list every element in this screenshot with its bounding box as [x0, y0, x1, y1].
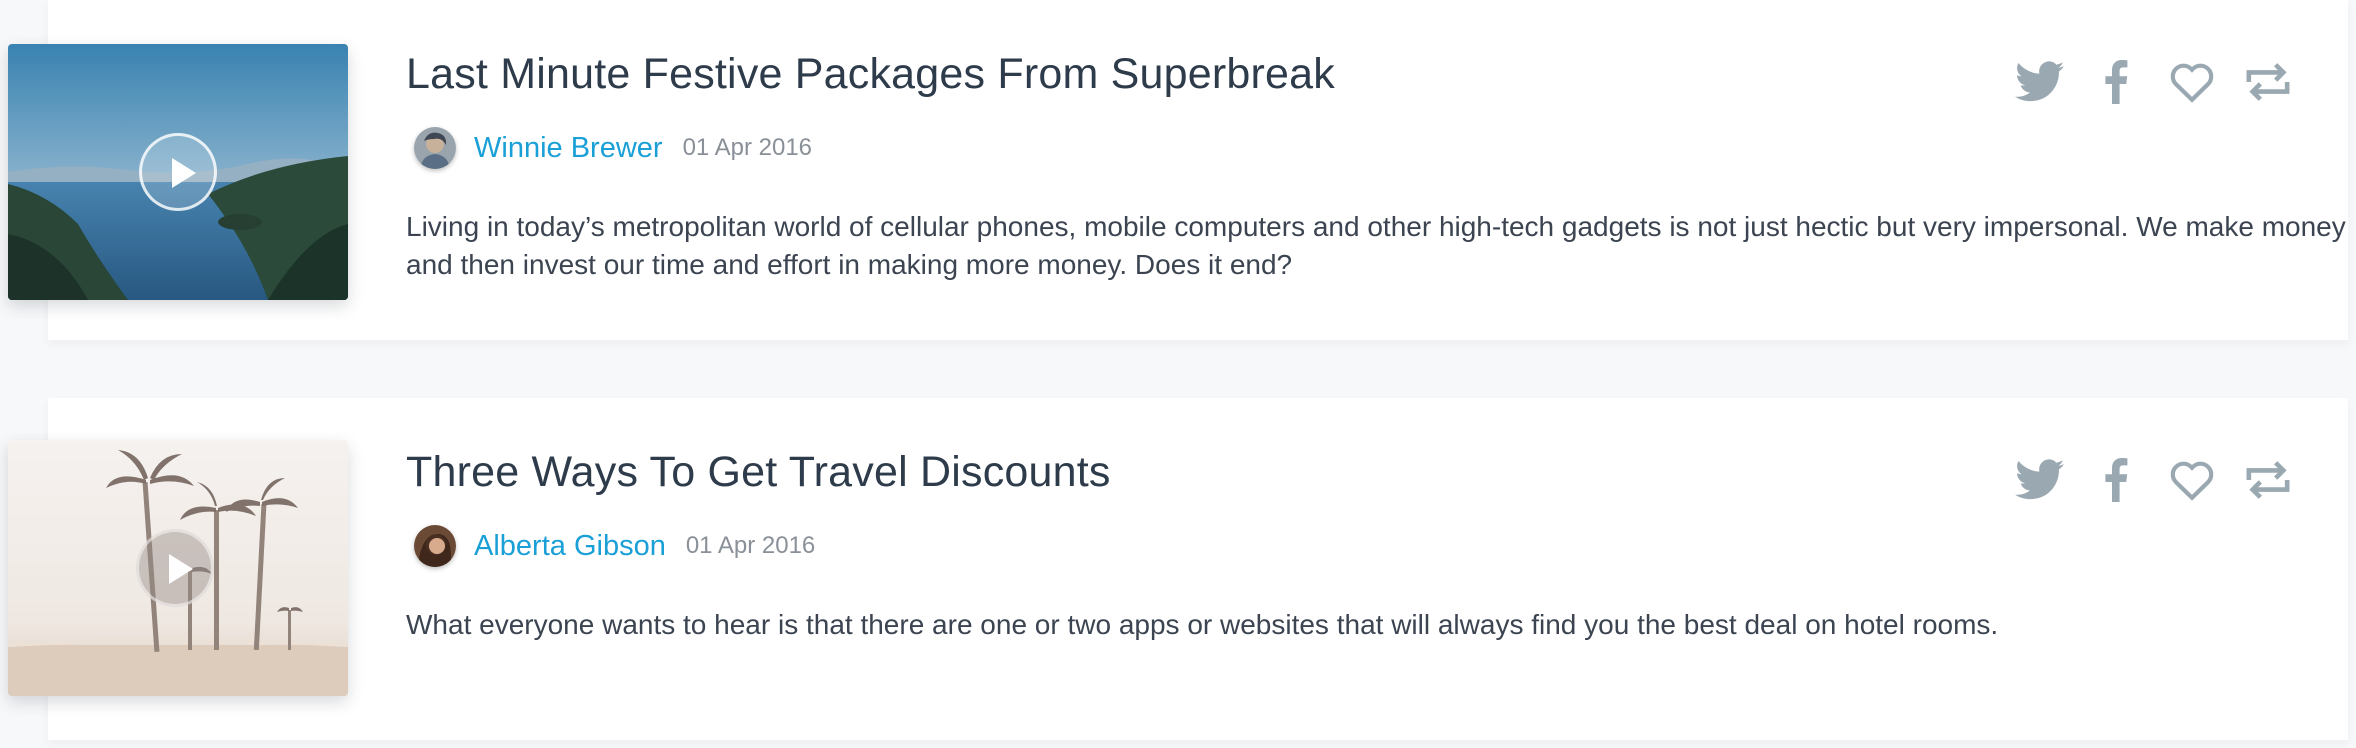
facebook-icon[interactable]	[2090, 454, 2142, 506]
twitter-icon[interactable]	[2014, 454, 2066, 506]
post-excerpt: Living in today’s metropolitan world of …	[406, 211, 2346, 280]
avatar[interactable]	[414, 127, 456, 169]
post-feed: Last Minute Festive Packages From Superb…	[0, 0, 2356, 748]
share-actions	[1990, 454, 2294, 506]
post-meta: Winnie Brewer 01 Apr 2016	[414, 126, 812, 170]
post-card: Last Minute Festive Packages From Superb…	[8, 0, 2348, 340]
post-meta: Alberta Gibson 01 Apr 2016	[414, 524, 815, 568]
repost-icon[interactable]	[2242, 454, 2294, 506]
author-link[interactable]: Alberta Gibson	[474, 530, 666, 563]
author-link[interactable]: Winnie Brewer	[474, 132, 663, 165]
post-date: 01 Apr 2016	[685, 532, 816, 559]
heart-icon[interactable]	[2166, 454, 2218, 506]
play-icon[interactable]	[136, 529, 214, 607]
video-thumbnail[interactable]	[8, 44, 348, 300]
post-title[interactable]: Last Minute Festive Packages From Superb…	[406, 50, 1335, 99]
post-excerpt: What everyone wants to hear is that ther…	[406, 609, 1999, 640]
twitter-icon[interactable]	[2014, 56, 2066, 108]
post-title[interactable]: Three Ways To Get Travel Discounts	[406, 448, 1111, 497]
post-date: 01 Apr 2016	[682, 134, 813, 161]
avatar[interactable]	[414, 525, 456, 567]
play-icon[interactable]	[139, 133, 217, 211]
video-thumbnail[interactable]	[8, 440, 348, 696]
repost-icon[interactable]	[2242, 56, 2294, 108]
heart-icon[interactable]	[2166, 56, 2218, 108]
post-card: Three Ways To Get Travel Discounts Alber…	[8, 398, 2348, 740]
share-actions	[1990, 56, 2294, 108]
facebook-icon[interactable]	[2090, 56, 2142, 108]
